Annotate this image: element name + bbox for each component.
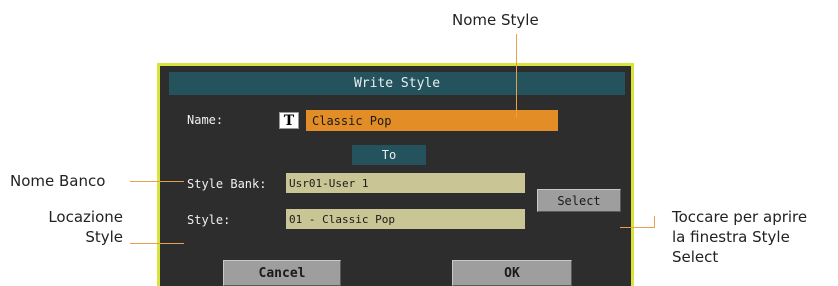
callout-select-hint-line3: Select bbox=[672, 248, 719, 266]
style-label: Style: bbox=[187, 213, 231, 227]
style-bank-label: Style Bank: bbox=[187, 177, 267, 191]
name-label: Name: bbox=[187, 113, 224, 127]
callout-style-name: Nome Style bbox=[452, 11, 539, 29]
callout-select-hint-line1: Toccare per aprire bbox=[672, 208, 808, 226]
callout-style-location: Locazione Style bbox=[48, 207, 123, 247]
leader-select-hint-horizontal bbox=[620, 227, 655, 228]
callout-style-location-line1: Locazione bbox=[48, 208, 123, 226]
style-location-field[interactable]: 01 - Classic Pop bbox=[286, 209, 525, 229]
leader-style-location bbox=[130, 243, 184, 244]
style-bank-field[interactable]: Usr01-User 1 bbox=[286, 173, 525, 193]
callout-bank-name: Nome Banco bbox=[10, 172, 106, 190]
text-edit-icon[interactable]: T bbox=[279, 112, 299, 129]
dialog-title: Write Style bbox=[169, 72, 625, 95]
leader-bank-name bbox=[130, 181, 184, 182]
callout-select-hint: Toccare per aprire la finestra Style Sel… bbox=[672, 207, 807, 267]
callout-select-hint-line2: la finestra Style bbox=[672, 228, 790, 246]
select-button[interactable]: Select bbox=[537, 189, 621, 212]
style-name-field[interactable]: Classic Pop bbox=[306, 110, 558, 131]
to-label: To bbox=[352, 145, 426, 165]
ok-button[interactable]: OK bbox=[452, 260, 572, 286]
callout-style-location-line2: Style bbox=[85, 228, 123, 246]
cancel-button[interactable]: Cancel bbox=[223, 260, 341, 286]
write-style-dialog: Write Style Name: T Classic Pop To Style… bbox=[157, 63, 634, 286]
leader-style-name-vertical bbox=[516, 34, 517, 118]
